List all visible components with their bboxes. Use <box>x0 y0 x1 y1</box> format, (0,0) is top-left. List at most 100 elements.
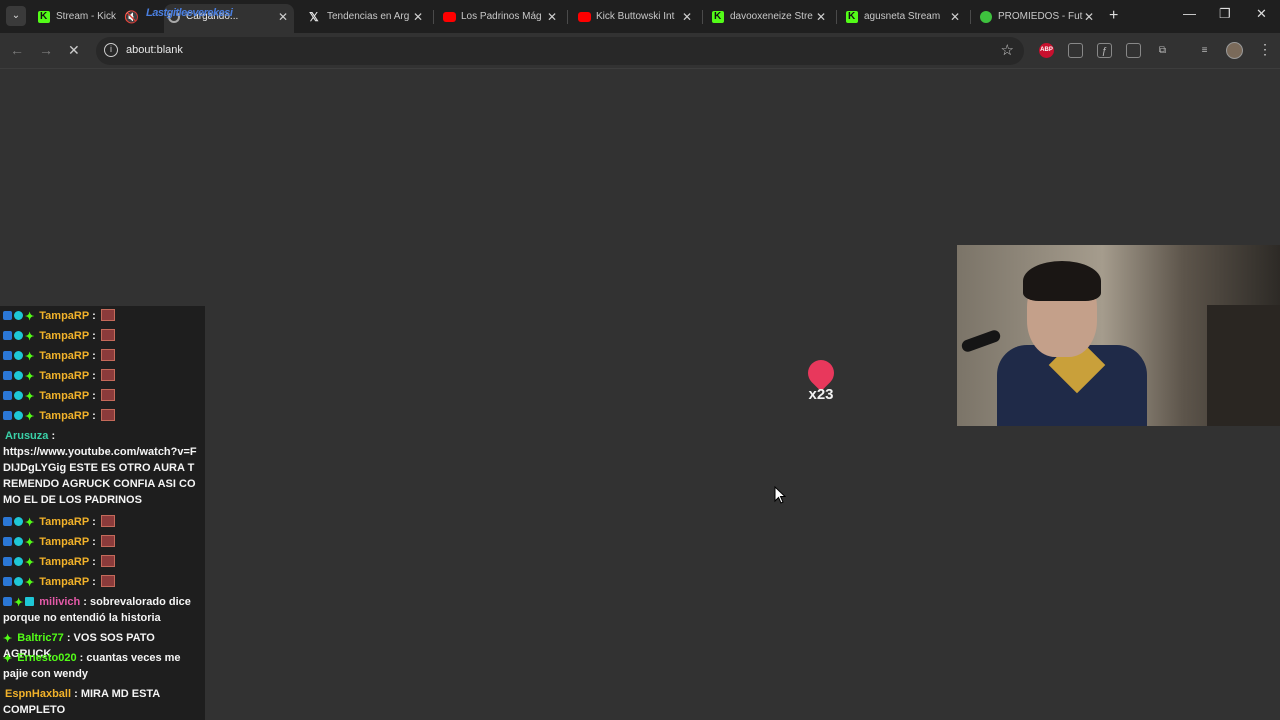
vip-badge-icon <box>14 331 23 340</box>
address-url[interactable]: about:blank <box>126 44 183 56</box>
media-controls-icon[interactable]: ≡ <box>1197 43 1212 58</box>
chat-overlay: ✦ TampaRP : ✦ TampaRP : ✦ TampaRP : ✦ Ta… <box>0 306 205 720</box>
verified-badge-icon: ✦ <box>25 311 35 323</box>
verified-badge-icon: ✦ <box>25 557 35 569</box>
tab-davooxeneize[interactable]: davooxeneize Stre ✕ <box>708 4 836 30</box>
profile-avatar[interactable] <box>1226 42 1243 59</box>
chat-sticker: x23 <box>802 354 840 406</box>
browser-toolbar: ← → ✕ i about:blank ☆ ABP ƒ ⧉ ≡ ⋮ <box>0 33 1280 69</box>
subscriber-badge-icon <box>3 351 12 360</box>
chat-username[interactable]: Ernesto020 <box>17 652 76 664</box>
vip-badge-icon <box>14 391 23 400</box>
kick-icon <box>846 4 858 30</box>
tab-title: Stream - Kick <box>56 11 117 22</box>
chat-username[interactable]: Baltric77 <box>17 632 63 644</box>
tab-separator <box>836 10 837 24</box>
emote-icon <box>100 369 115 381</box>
subscriber-badge-icon <box>3 311 12 320</box>
tab-title: PROMIEDOS - Fut <box>998 11 1083 22</box>
picture-in-picture-icon[interactable] <box>1126 43 1141 58</box>
chat-username[interactable]: milivich <box>39 596 80 608</box>
emote-icon <box>100 309 115 321</box>
forward-icon[interactable]: → <box>39 42 53 58</box>
adblock-plus-icon[interactable]: ABP <box>1039 43 1054 58</box>
verified-badge-icon: ✦ <box>14 597 24 609</box>
extension-icon[interactable] <box>1068 43 1083 58</box>
close-tab-icon[interactable]: ✕ <box>547 4 557 30</box>
chat-username[interactable]: TampaRP <box>39 576 89 588</box>
chat-message: ✦ TampaRP : <box>0 326 205 346</box>
chat-message: ✦ TampaRP : <box>0 306 205 326</box>
chat-message: ✦ TampaRP : <box>0 512 205 532</box>
tab-separator <box>567 10 568 24</box>
close-tab-icon[interactable]: ✕ <box>1084 4 1094 30</box>
back-icon[interactable]: ← <box>10 42 24 58</box>
emote-icon <box>100 555 115 567</box>
tab-separator <box>433 10 434 24</box>
chat-username[interactable]: TampaRP <box>39 330 89 342</box>
subscriber-badge-icon <box>3 391 12 400</box>
webcam-person-hair <box>1023 261 1101 301</box>
chat-username[interactable]: TampaRP <box>39 536 89 548</box>
close-tab-icon[interactable]: ✕ <box>413 4 423 30</box>
vip-badge-icon <box>14 311 23 320</box>
script-extension-icon[interactable]: ƒ <box>1097 43 1112 58</box>
close-tab-icon[interactable]: ✕ <box>278 4 288 30</box>
tab-agusneta[interactable]: agusneta Stream ✕ <box>842 4 970 30</box>
tab-promiedos[interactable]: PROMIEDOS - Fut ✕ <box>976 4 1104 30</box>
verified-badge-icon: ✦ <box>25 577 35 589</box>
emote-icon <box>100 389 115 401</box>
close-tab-icon[interactable]: ✕ <box>816 4 826 30</box>
chat-username[interactable]: TampaRP <box>39 410 89 422</box>
chat-username[interactable]: TampaRP <box>39 350 89 362</box>
chat-username[interactable]: TampaRP <box>39 310 89 322</box>
chat-message: Arusuza : https://www.youtube.com/watch?… <box>3 430 197 506</box>
chat-message: ✦ TampaRP : <box>0 406 205 426</box>
restore-icon[interactable]: ❐ <box>1219 6 1231 22</box>
new-tab-icon[interactable]: + <box>1109 7 1118 25</box>
chat-username[interactable]: TampaRP <box>39 556 89 568</box>
emote-icon <box>100 535 115 547</box>
stop-loading-icon[interactable]: ✕ <box>68 42 80 59</box>
chat-message: ✦ milivich : sobrevalorado dice porque n… <box>3 596 191 624</box>
verified-badge-icon: ✦ <box>25 331 35 343</box>
address-bar[interactable]: i about:blank ☆ <box>96 37 1024 65</box>
vip-badge-icon <box>14 557 23 566</box>
tab-title: Kick Buttowski Int <box>596 11 675 22</box>
chat-username[interactable]: EspnHaxball <box>3 688 71 700</box>
minimize-icon[interactable]: — <box>1183 6 1196 21</box>
chat-username[interactable]: TampaRP <box>39 370 89 382</box>
mute-icon[interactable]: 🔇 <box>124 4 139 30</box>
tab-stream-kick[interactable]: Stream - Kick 🔇 <box>34 4 140 30</box>
subscriber-badge-icon <box>3 537 12 546</box>
bookmark-star-icon[interactable]: ☆ <box>1001 41 1014 59</box>
emote-icon <box>100 409 115 421</box>
tab-tendencias[interactable]: 𝕏 Tendencias en Arg ✕ <box>305 4 433 30</box>
tab-search-icon[interactable]: ⌄ <box>6 6 26 26</box>
chat-username[interactable]: TampaRP <box>39 390 89 402</box>
subscriber-badge-icon <box>3 557 12 566</box>
webcam-feed <box>957 245 1280 426</box>
vip-badge-icon <box>14 351 23 360</box>
tab-padrinos[interactable]: Los Padrinos Mág ✕ <box>439 4 567 30</box>
gifter-badge-icon <box>25 597 35 606</box>
chat-username[interactable]: TampaRP <box>39 516 89 528</box>
tab-kick-buttowski[interactable]: Kick Buttowski Int ✕ <box>574 4 702 30</box>
verified-badge-icon: ✦ <box>25 371 35 383</box>
stream-overlay-text: Lastgitleeverekesi <box>146 7 233 19</box>
menu-kebab-icon[interactable]: ⋮ <box>1258 41 1272 58</box>
close-tab-icon[interactable]: ✕ <box>950 4 960 30</box>
chat-text: https://www.youtube.com/watch?v=FDIJDgLY… <box>3 446 197 506</box>
site-info-icon[interactable]: i <box>104 43 118 57</box>
kick-icon <box>38 4 50 30</box>
close-tab-icon[interactable]: ✕ <box>682 4 692 30</box>
extensions-puzzle-icon[interactable]: ⧉ <box>1155 43 1170 58</box>
verified-badge-icon: ✦ <box>3 633 13 645</box>
chat-username[interactable]: Arusuza <box>3 430 48 442</box>
youtube-icon <box>443 12 456 22</box>
chat-message: ✦ TampaRP : <box>0 366 205 386</box>
emote-icon <box>100 349 115 361</box>
close-window-icon[interactable]: ✕ <box>1256 6 1267 22</box>
mouse-cursor-icon <box>774 486 786 504</box>
subscriber-badge-icon <box>3 371 12 380</box>
